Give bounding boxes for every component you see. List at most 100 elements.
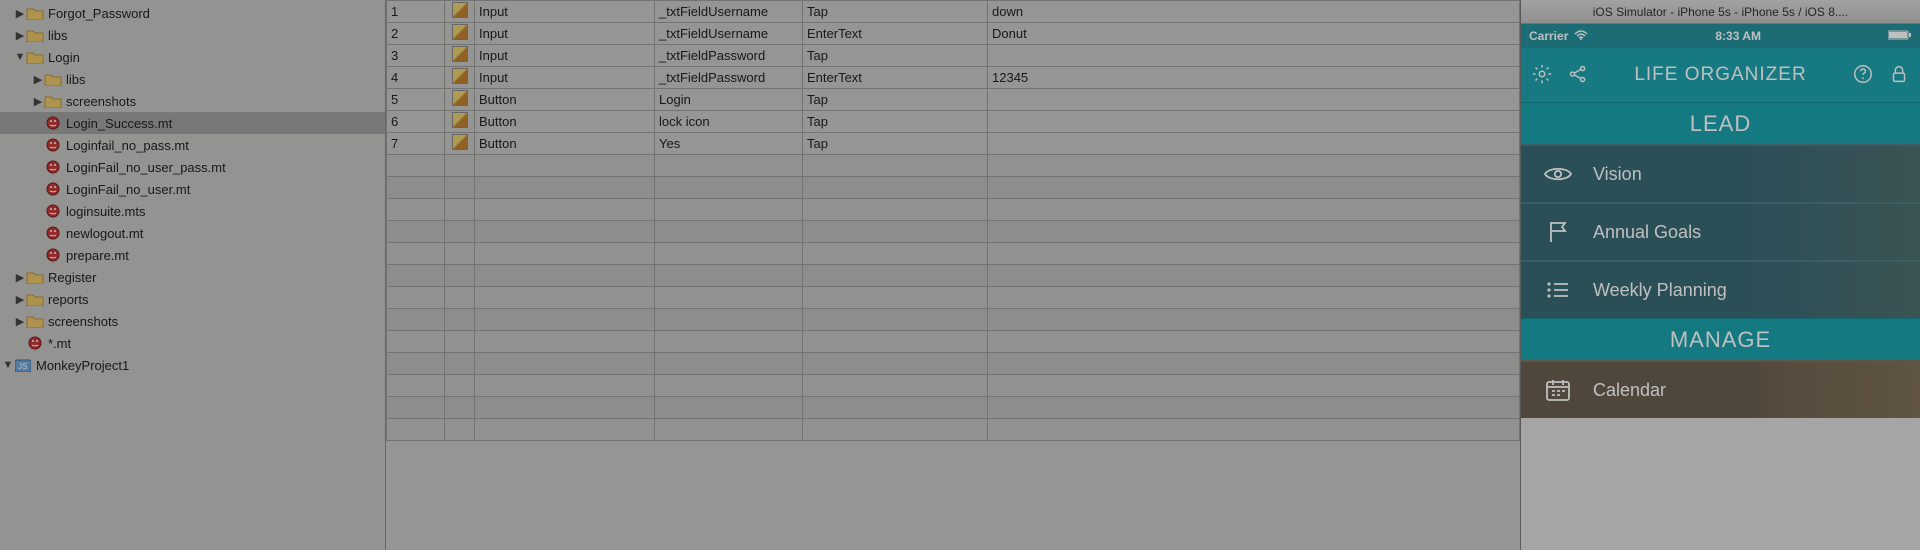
step-type: Button: [475, 133, 655, 155]
menu-item-thumb: [1740, 262, 1920, 318]
table-row[interactable]: 2Input_txtFieldUsernameEnterTextDonut: [387, 23, 1520, 45]
tree-item[interactable]: ▶Forgot_Password: [0, 2, 385, 24]
tree-item-label: *.mt: [48, 336, 71, 351]
project-root-row[interactable]: ▼ JS MonkeyProject1: [0, 354, 385, 376]
step-element: _txtFieldUsername: [655, 1, 803, 23]
steps-pane: 1Input_txtFieldUsernameTapdown2Input_txt…: [385, 0, 1520, 550]
eye-icon: [1543, 164, 1573, 184]
tree-item[interactable]: ▶screenshots: [0, 310, 385, 332]
table-row-empty: [387, 309, 1520, 331]
folder-icon: [44, 71, 62, 87]
table-row[interactable]: 5ButtonLoginTap: [387, 89, 1520, 111]
step-type: Input: [475, 1, 655, 23]
help-icon[interactable]: [1852, 63, 1874, 88]
tree-item[interactable]: prepare.mt: [0, 244, 385, 266]
chevron-right-icon[interactable]: ▶: [32, 95, 44, 108]
tree-item[interactable]: loginsuite.mts: [0, 200, 385, 222]
lock-icon[interactable]: [1888, 63, 1910, 88]
svg-text:JS: JS: [18, 362, 27, 371]
chevron-right-icon[interactable]: ▶: [14, 29, 26, 42]
step-value: 12345: [988, 67, 1520, 89]
step-action: EnterText: [803, 23, 988, 45]
step-element: _txtFieldPassword: [655, 45, 803, 67]
tree-item-label: Register: [48, 270, 96, 285]
menu-item-thumb: [1740, 362, 1920, 418]
tree-item[interactable]: ▶ libs: [0, 24, 385, 46]
chevron-down-icon: ▼: [2, 359, 14, 371]
table-row[interactable]: 3Input_txtFieldPasswordTap: [387, 45, 1520, 67]
menu-item[interactable]: Vision: [1521, 144, 1920, 202]
edit-cell[interactable]: [445, 111, 475, 133]
edit-icon: [452, 68, 468, 84]
section-header: MANAGE: [1521, 318, 1920, 360]
tree-item[interactable]: newlogout.mt: [0, 222, 385, 244]
mt-file-icon: [44, 115, 62, 131]
step-value: Donut: [988, 23, 1520, 45]
chevron-right-icon[interactable]: ▶: [14, 271, 26, 284]
menu-item-thumb: [1740, 146, 1920, 202]
step-element: _txtFieldPassword: [655, 67, 803, 89]
tree-item[interactable]: LoginFail_no_user_pass.mt: [0, 156, 385, 178]
tree-item[interactable]: LoginFail_no_user.mt: [0, 178, 385, 200]
tree-item-label: libs: [48, 28, 68, 43]
tree-item-label: LoginFail_no_user.mt: [66, 182, 190, 197]
tree-item[interactable]: *.mt: [0, 332, 385, 354]
table-row-empty: [387, 419, 1520, 441]
tree-item-label: Login: [48, 50, 80, 65]
folder-icon: [26, 5, 44, 21]
menu-item-label: Calendar: [1593, 380, 1666, 401]
table-row-empty: [387, 375, 1520, 397]
menu-item[interactable]: Weekly Planning: [1521, 260, 1920, 318]
step-number: 4: [387, 67, 445, 89]
tree-item[interactable]: ▶screenshots: [0, 90, 385, 112]
project-label: MonkeyProject1: [36, 358, 129, 373]
chevron-right-icon[interactable]: ▶: [14, 293, 26, 306]
table-row[interactable]: 7ButtonYesTap: [387, 133, 1520, 155]
tree-item[interactable]: Loginfail_no_pass.mt: [0, 134, 385, 156]
edit-cell[interactable]: [445, 1, 475, 23]
gear-icon[interactable]: [1531, 63, 1553, 88]
tree-item[interactable]: ▼ Login: [0, 46, 385, 68]
table-row[interactable]: 1Input_txtFieldUsernameTapdown: [387, 1, 1520, 23]
chevron-right-icon[interactable]: ▶: [14, 315, 26, 328]
edit-cell[interactable]: [445, 45, 475, 67]
battery-icon: [1888, 29, 1912, 43]
table-row[interactable]: 4Input_txtFieldPasswordEnterText12345: [387, 67, 1520, 89]
status-time: 8:33 AM: [1715, 29, 1761, 43]
edit-cell[interactable]: [445, 89, 475, 111]
step-action: Tap: [803, 133, 988, 155]
folder-icon: [26, 313, 44, 329]
tree-item[interactable]: Login_Success.mt: [0, 112, 385, 134]
menu-item[interactable]: Annual Goals: [1521, 202, 1920, 260]
step-action: Tap: [803, 1, 988, 23]
table-row-empty: [387, 221, 1520, 243]
chevron-right-icon[interactable]: ▶: [14, 7, 26, 20]
step-value: [988, 133, 1520, 155]
app-navbar: LIFE ORGANIZER: [1521, 48, 1920, 102]
table-row-empty: [387, 265, 1520, 287]
mt-file-icon: [44, 137, 62, 153]
step-action: EnterText: [803, 67, 988, 89]
tree-item[interactable]: ▶ Register: [0, 266, 385, 288]
folder-icon: [26, 269, 44, 285]
edit-cell[interactable]: [445, 67, 475, 89]
tree-item[interactable]: ▶ reports: [0, 288, 385, 310]
project-tree[interactable]: ▶Forgot_Password▶libs▼Login▶libs▶screens…: [0, 0, 385, 550]
menu-item[interactable]: Calendar: [1521, 360, 1920, 418]
step-type: Button: [475, 111, 655, 133]
step-type: Input: [475, 23, 655, 45]
tree-item-label: reports: [48, 292, 88, 307]
table-row[interactable]: 6Buttonlock iconTap: [387, 111, 1520, 133]
step-element: lock icon: [655, 111, 803, 133]
tree-item[interactable]: ▶libs: [0, 68, 385, 90]
folder-icon: [26, 27, 44, 43]
chevron-down-icon[interactable]: ▼: [14, 51, 26, 63]
project-icon: JS: [14, 357, 32, 373]
share-icon[interactable]: [1567, 63, 1589, 88]
steps-table[interactable]: 1Input_txtFieldUsernameTapdown2Input_txt…: [386, 0, 1520, 441]
edit-cell[interactable]: [445, 23, 475, 45]
step-number: 1: [387, 1, 445, 23]
chevron-right-icon[interactable]: ▶: [32, 73, 44, 86]
edit-cell[interactable]: [445, 133, 475, 155]
tree-item-label: prepare.mt: [66, 248, 129, 263]
